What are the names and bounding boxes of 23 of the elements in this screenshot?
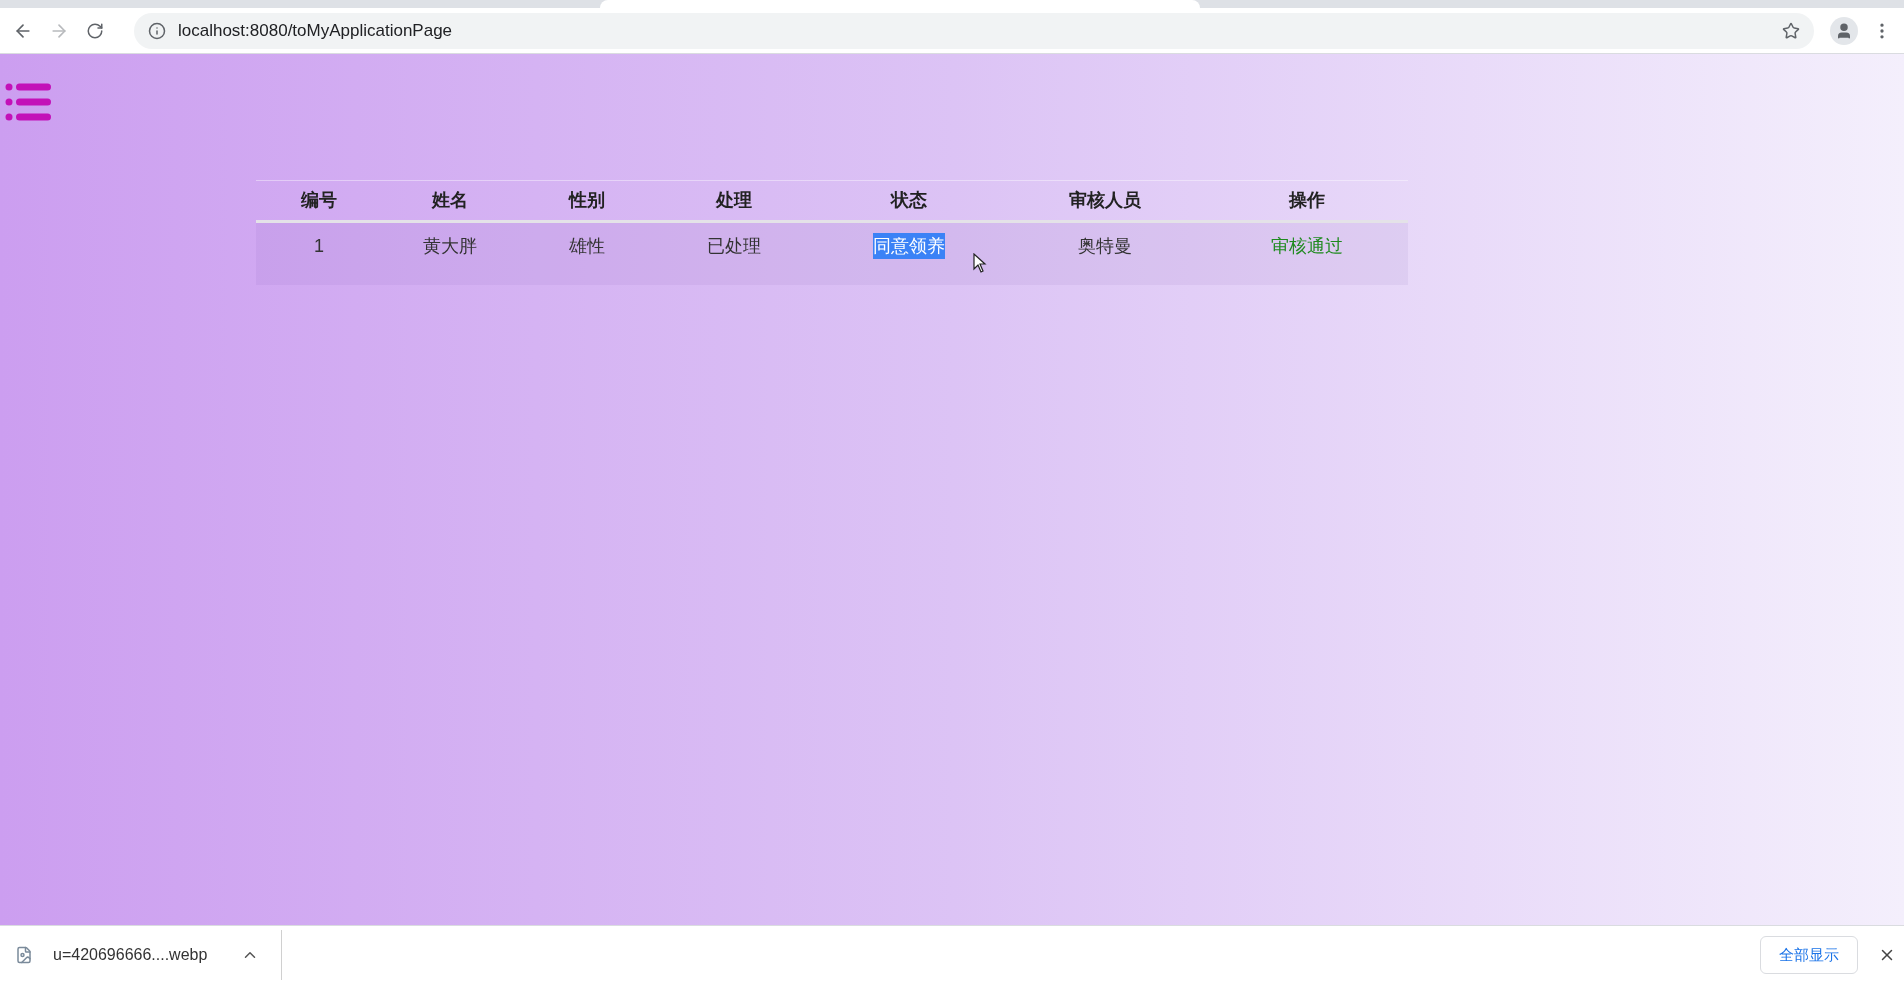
address-bar[interactable]: localhost:8080/toMyApplicationPage: [134, 12, 1814, 49]
column-header: 操作: [1289, 189, 1325, 212]
column-header: 编号: [301, 189, 337, 212]
column-header: 姓名: [432, 189, 468, 212]
mouse-pointer-icon: [973, 253, 987, 273]
column-header: 状态: [890, 189, 927, 212]
download-filename[interactable]: u=420696666....webp: [53, 943, 208, 967]
column-header: 性别: [568, 189, 605, 212]
table-cell-text: 奥特曼: [1078, 235, 1132, 258]
table-cell: 同意领养: [872, 233, 945, 259]
bookmark-star-icon[interactable]: [1782, 21, 1800, 40]
table-cell-text: 雄性: [568, 235, 605, 258]
info-icon[interactable]: [148, 21, 166, 40]
column-header: 处理: [716, 189, 752, 212]
table-cell-text: 1: [314, 235, 324, 258]
table-cell-text: 已处理: [707, 235, 761, 258]
column-header: 审核人员: [1069, 189, 1141, 212]
table-cell-text: 黄大胖: [423, 235, 477, 258]
file-icon: [15, 946, 33, 964]
url-text: localhost:8080/toMyApplicationPage: [178, 19, 453, 42]
profile-avatar[interactable]: [1830, 16, 1858, 45]
show-all-button[interactable]: 全部显示: [1760, 936, 1858, 974]
reload-icon[interactable]: [86, 21, 104, 40]
